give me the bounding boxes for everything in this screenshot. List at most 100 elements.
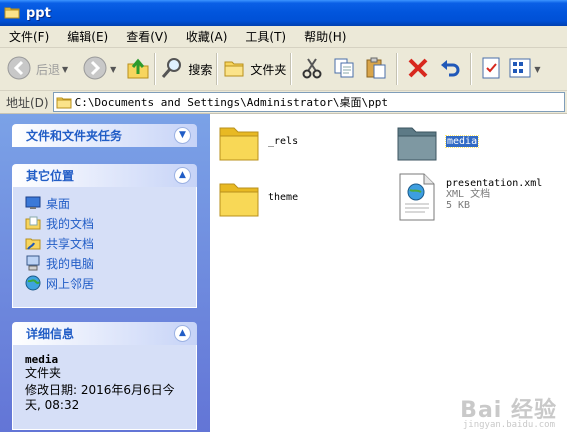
place-shared-documents[interactable]: 共享文档	[25, 233, 188, 253]
paste-icon	[364, 56, 388, 83]
toolbar-separator	[396, 53, 399, 85]
up-button[interactable]	[126, 51, 150, 87]
folder-icon	[56, 95, 72, 109]
toolbar-separator	[470, 53, 473, 85]
detail-modified-date: 修改日期: 2016年6月6日今	[25, 383, 175, 397]
search-icon	[160, 56, 184, 83]
views-grid-icon	[508, 56, 532, 83]
search-button[interactable]: 搜索	[160, 51, 212, 87]
my-computer-icon	[25, 255, 41, 271]
place-desktop[interactable]: 桌面	[25, 193, 188, 213]
copy-button[interactable]	[332, 51, 356, 87]
file-size: 5 KB	[446, 200, 471, 211]
details-body: media 文件夹 修改日期: 2016年6月6日今 天, 08:32	[12, 345, 197, 430]
file-folder-tasks-panel: 文件和文件夹任务 ▼	[12, 124, 197, 147]
file-item-presentation-xml[interactable]: presentation.xml XML 文档 5 KB	[396, 172, 542, 225]
undo-button[interactable]	[438, 51, 462, 87]
menu-help[interactable]: 帮助(H)	[295, 28, 355, 45]
delete-button[interactable]	[406, 51, 430, 87]
folders-button[interactable]: 文件夹	[222, 51, 286, 87]
watermark-url: jingyan.baidu.com	[462, 420, 555, 430]
properties-icon	[480, 56, 502, 83]
details-panel: 详细信息 ▲ media 文件夹 修改日期: 2016年6月6日今 天, 08:…	[12, 322, 197, 430]
chevron-down-icon[interactable]: ▼	[174, 127, 191, 144]
file-info: presentation.xml XML 文档 5 KB	[438, 178, 542, 211]
menu-view[interactable]: 查看(V)	[117, 28, 177, 45]
chevron-up-icon[interactable]: ▲	[174, 325, 191, 342]
place-label: 我的电脑	[46, 256, 95, 271]
detail-modified-time: 天, 08:32	[25, 398, 80, 412]
menu-favorites[interactable]: 收藏(A)	[177, 28, 237, 45]
file-folder-tasks-header[interactable]: 文件和文件夹任务 ▼	[12, 124, 197, 147]
panel-title: 详细信息	[26, 327, 75, 341]
cut-button[interactable]	[300, 51, 324, 87]
file-name: media	[444, 135, 480, 148]
copy-icon	[332, 56, 356, 83]
folders-icon	[222, 56, 246, 83]
window-title: ppt	[26, 5, 51, 21]
task-pane: 文件和文件夹任务 ▼ 其它位置 ▲ 桌面 我的文档 共享文档 我的电脑 网上邻居…	[0, 114, 210, 432]
views-dropdown-icon: ▼	[534, 64, 541, 74]
other-places-header[interactable]: 其它位置 ▲	[12, 164, 197, 187]
toolbar-separator	[216, 53, 219, 85]
menu-tools[interactable]: 工具(T)	[236, 28, 295, 45]
address-path: C:\Documents and Settings\Administrator\…	[74, 96, 389, 109]
network-globe-icon	[25, 275, 41, 291]
search-label: 搜索	[188, 62, 213, 77]
desktop-icon	[25, 195, 41, 211]
file-item-rels[interactable]: _rels	[218, 122, 298, 165]
toolbar-separator	[154, 53, 157, 85]
panel-title: 其它位置	[26, 169, 75, 183]
detail-item-type: 文件夹	[25, 366, 62, 380]
forward-dropdown-icon: ▼	[110, 64, 117, 74]
place-label: 我的文档	[46, 216, 95, 231]
properties-button[interactable]	[480, 51, 502, 87]
folder-icon	[4, 5, 20, 22]
place-my-documents[interactable]: 我的文档	[25, 213, 188, 233]
file-name: _rels	[268, 136, 299, 147]
place-network[interactable]: 网上邻居	[25, 273, 188, 293]
toolbar: 后退 ▼ ▼ 搜索 文件夹 ▼	[0, 48, 567, 91]
forward-arrow-icon	[82, 55, 108, 84]
paste-button[interactable]	[364, 51, 388, 87]
place-my-computer[interactable]: 我的电脑	[25, 253, 188, 273]
up-folder-icon	[126, 56, 150, 83]
back-arrow-icon	[6, 55, 32, 84]
panel-title: 文件和文件夹任务	[26, 129, 123, 143]
menu-edit[interactable]: 编辑(E)	[58, 28, 117, 45]
folder-icon	[396, 122, 438, 165]
place-label: 共享文档	[46, 236, 95, 251]
menu-bar: 文件(F) 编辑(E) 查看(V) 收藏(A) 工具(T) 帮助(H)	[0, 26, 567, 48]
folder-icon	[218, 178, 260, 221]
other-places-panel: 其它位置 ▲ 桌面 我的文档 共享文档 我的电脑 网上邻居	[12, 164, 197, 308]
my-documents-icon	[25, 215, 41, 231]
menu-file[interactable]: 文件(F)	[0, 28, 58, 45]
folders-label: 文件夹	[250, 62, 287, 77]
place-label: 网上邻居	[46, 276, 95, 291]
file-type: XML 文档	[446, 189, 491, 200]
delete-x-icon	[406, 56, 430, 83]
scissors-icon	[300, 56, 324, 83]
folder-icon	[218, 122, 260, 165]
place-label: 桌面	[46, 196, 71, 211]
back-label: 后退	[36, 62, 61, 77]
back-dropdown-icon: ▼	[62, 64, 69, 74]
file-name: theme	[268, 192, 299, 203]
xml-document-icon	[396, 172, 438, 225]
address-field[interactable]: C:\Documents and Settings\Administrator\…	[52, 92, 565, 112]
address-bar: 地址(D) C:\Documents and Settings\Administ…	[0, 91, 567, 114]
views-button[interactable]: ▼	[508, 51, 541, 87]
details-header[interactable]: 详细信息 ▲	[12, 322, 197, 345]
back-button[interactable]: 后退 ▼	[6, 51, 68, 87]
other-places-body: 桌面 我的文档 共享文档 我的电脑 网上邻居	[12, 187, 197, 308]
file-name: presentation.xml	[446, 178, 543, 189]
file-list-area[interactable]: _rels media theme presentation.xml XML 文…	[210, 114, 567, 432]
detail-item-name: media	[25, 353, 59, 366]
chevron-up-icon[interactable]: ▲	[174, 167, 191, 184]
title-bar[interactable]: ppt	[0, 0, 567, 26]
toolbar-separator	[290, 53, 293, 85]
file-item-media[interactable]: media	[396, 122, 480, 165]
address-label: 地址(D)	[6, 95, 49, 110]
forward-button[interactable]: ▼	[82, 51, 116, 87]
file-item-theme[interactable]: theme	[218, 178, 298, 221]
